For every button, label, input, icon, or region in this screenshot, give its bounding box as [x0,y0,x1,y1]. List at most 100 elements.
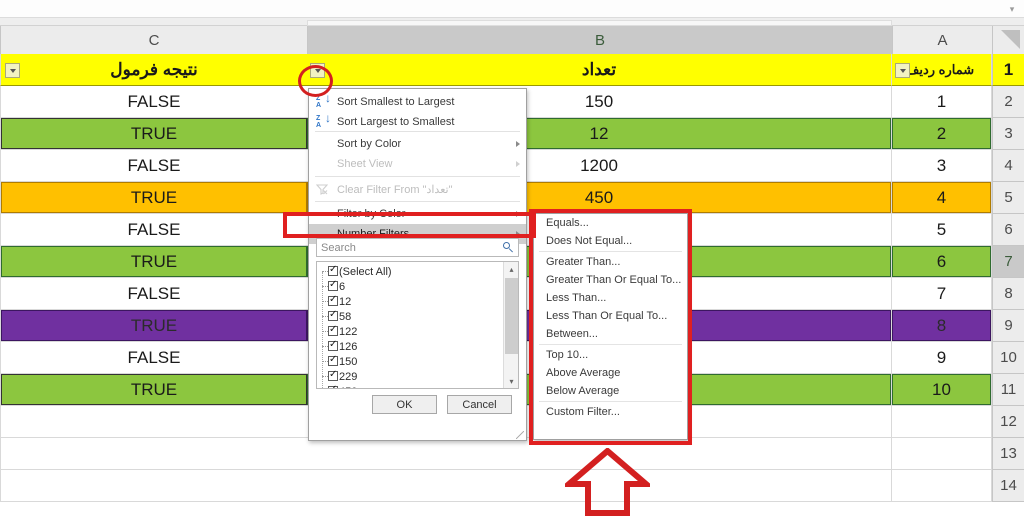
cell-c2[interactable]: FALSE [0,86,307,118]
cell-c11[interactable]: TRUE [0,374,307,406]
cell-a10[interactable]: 9 [892,342,992,374]
cell-c13[interactable] [0,438,307,470]
menu-item-filter-by-color[interactable]: Filter by Color [309,204,526,224]
header-cell-b[interactable]: تعداد [307,54,892,86]
row-header-9[interactable]: 9 [992,310,1024,342]
cell-c6[interactable]: FALSE [0,214,307,246]
submenu-item-greater-than-or-equal-to[interactable]: Greater Than Or Equal To... [534,271,687,289]
row-header-5[interactable]: 5 [992,182,1024,214]
submenu-item-less-than[interactable]: Less Than... [534,289,687,307]
cell-c12[interactable] [0,406,307,438]
row-header-3[interactable]: 3 [992,118,1024,150]
checkbox-checked-icon[interactable] [328,339,338,351]
list-item-label: 126 [339,340,358,353]
cell-b14[interactable] [307,470,892,502]
list-item[interactable]: 450 [317,384,502,388]
cell-a7[interactable]: 6 [892,246,992,278]
cell-a12[interactable] [892,406,992,438]
filter-search-input[interactable]: Search [321,242,503,254]
list-item-select-all[interactable]: (Select All) [317,264,502,279]
cell-c3[interactable]: TRUE [0,118,307,150]
submenu-item-top-10[interactable]: Top 10... [534,346,687,364]
row-header-6[interactable]: 6 [992,214,1024,246]
cancel-button[interactable]: Cancel [447,395,512,414]
row-header-11[interactable]: 11 [992,374,1024,406]
cell-a14[interactable] [892,470,992,502]
cell-c10[interactable]: FALSE [0,342,307,374]
filter-value-list[interactable]: (Select All) 6 12 58 122 [316,261,519,389]
cell-a9[interactable]: 8 [892,310,992,342]
submenu-item-between[interactable]: Between... [534,325,687,343]
menu-item-sort-smallest-to-largest[interactable]: Z A ↓ Sort Smallest to Largest [309,92,526,112]
column-header-b[interactable]: B [307,26,892,54]
cell-c7[interactable]: TRUE [0,246,307,278]
checkbox-checked-icon[interactable] [328,324,338,336]
chevron-down-icon[interactable]: ▾ [504,374,518,388]
chevron-up-icon[interactable]: ▴ [504,262,518,276]
list-item[interactable]: 12 [317,294,502,309]
menu-item-clear-filter[interactable]: Clear Filter From "تعداد" [309,179,526,199]
menu-item-sheet-view[interactable]: Sheet View [309,154,526,174]
cell-c9[interactable]: TRUE [0,310,307,342]
menu-item-sort-largest-to-smallest[interactable]: Z A ↓ Sort Largest to Smallest [309,112,526,132]
filter-search-box[interactable]: Search [316,238,519,257]
cell-c5[interactable]: TRUE [0,182,307,214]
chevron-down-icon[interactable]: ▾ [1007,4,1017,14]
header-cell-a[interactable]: شماره ردیف [892,54,992,86]
cell-a3[interactable]: 2 [892,118,992,150]
checkbox-checked-icon[interactable] [328,309,338,321]
row-header-14-label: 14 [1000,477,1017,494]
submenu-item-equals[interactable]: Equals... [534,214,687,232]
submenu-item-custom-filter[interactable]: Custom Filter... [534,403,687,421]
list-item[interactable]: 126 [317,339,502,354]
row-header-10[interactable]: 10 [992,342,1024,374]
cell-c14[interactable] [0,470,307,502]
submenu-item-does-not-equal[interactable]: Does Not Equal... [534,232,687,250]
cell-a13[interactable] [892,438,992,470]
row-header-13[interactable]: 13 [992,438,1024,470]
checkbox-checked-icon[interactable] [328,369,338,381]
cell-b13[interactable] [307,438,892,470]
cell-a2[interactable]: 1 [892,86,992,118]
row-header-1[interactable]: 1 [992,54,1024,86]
resize-handle-icon[interactable] [516,431,524,439]
cell-a6[interactable]: 5 [892,214,992,246]
select-all-corner[interactable] [992,26,1024,54]
submenu-item-above-average[interactable]: Above Average [534,364,687,382]
row-header-2[interactable]: 2 [992,86,1024,118]
row-header-12[interactable]: 12 [992,406,1024,438]
cell-a4[interactable]: 3 [892,150,992,182]
menu-item-sort-by-color[interactable]: Sort by Color [309,134,526,154]
ok-button[interactable]: OK [372,395,437,414]
header-cell-c[interactable]: نتیجه فرمول [0,54,307,86]
filter-dropdown-button-column-c[interactable] [5,63,20,78]
filter-dropdown-button-column-a[interactable] [895,63,910,78]
list-item[interactable]: 150 [317,354,502,369]
checkbox-checked-icon[interactable] [328,264,338,276]
row-header-14[interactable]: 14 [992,470,1024,502]
list-item[interactable]: 122 [317,324,502,339]
column-header-c[interactable]: C [0,26,307,54]
row-header-7[interactable]: 7 [992,246,1024,278]
submenu-item-greater-than[interactable]: Greater Than... [534,253,687,271]
filter-list-scrollbar[interactable]: ▴ ▾ [503,262,518,388]
row-header-4[interactable]: 4 [992,150,1024,182]
filter-dropdown-button-column-b[interactable] [310,63,325,78]
checkbox-checked-icon[interactable] [328,354,338,366]
checkbox-checked-icon[interactable] [328,279,338,291]
list-item[interactable]: 58 [317,309,502,324]
column-header-a[interactable]: A [892,26,992,54]
scrollbar-thumb[interactable] [505,278,518,354]
checkbox-checked-icon[interactable] [328,384,338,388]
submenu-item-below-average[interactable]: Below Average [534,382,687,400]
cell-a11[interactable]: 10 [892,374,992,406]
cell-c8[interactable]: FALSE [0,278,307,310]
list-item[interactable]: 6 [317,279,502,294]
cell-c4[interactable]: FALSE [0,150,307,182]
list-item[interactable]: 229 [317,369,502,384]
cell-a5[interactable]: 4 [892,182,992,214]
cell-a8[interactable]: 7 [892,278,992,310]
submenu-item-less-than-or-equal-to[interactable]: Less Than Or Equal To... [534,307,687,325]
row-header-8[interactable]: 8 [992,278,1024,310]
checkbox-checked-icon[interactable] [328,294,338,306]
